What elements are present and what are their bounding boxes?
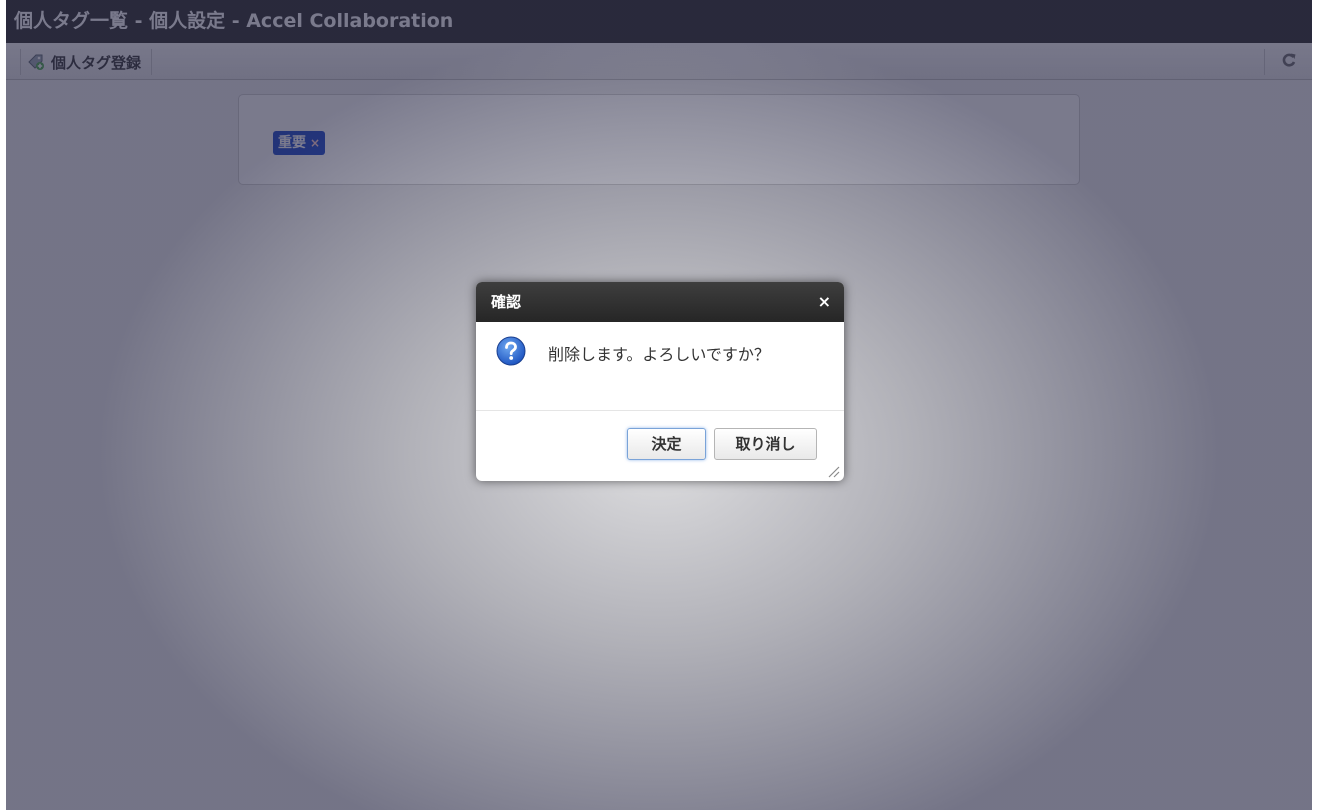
tag-chip[interactable]: 重要 × (273, 131, 326, 155)
dialog-body: 削除します。よろしいですか？ (476, 322, 844, 411)
confirm-dialog: 確認 × 削除します。よろしいですか？ 決定 取り消し (476, 282, 844, 481)
tag-label: 重要 (278, 135, 306, 151)
tag-remove-icon[interactable]: × (310, 131, 320, 155)
tag-add-icon (27, 53, 45, 71)
register-tag-label: 個人タグ登録 (51, 53, 142, 72)
app-window: 個人タグ一覧 - 個人設定 - Accel Collaboration 個人タグ… (6, 0, 1312, 810)
dialog-message: 削除します。よろしいですか？ (548, 345, 770, 364)
cancel-button[interactable]: 取り消し (714, 428, 817, 460)
dialog-footer: 決定 取り消し (476, 411, 844, 481)
question-icon (496, 336, 526, 366)
tag-list-panel: 重要 × (238, 94, 1080, 185)
ok-button[interactable]: 決定 (627, 428, 706, 460)
dialog-title: 確認 (491, 293, 522, 311)
refresh-button[interactable] (1264, 49, 1312, 75)
dialog-header: 確認 × (476, 282, 844, 322)
toolbar: 個人タグ登録 (6, 43, 1312, 80)
close-icon[interactable]: × (818, 282, 831, 322)
refresh-icon (1281, 52, 1297, 72)
window-title: 個人タグ一覧 - 個人設定 - Accel Collaboration (6, 0, 1312, 43)
register-tag-button[interactable]: 個人タグ登録 (20, 49, 153, 75)
resize-grip-icon[interactable] (826, 463, 840, 478)
